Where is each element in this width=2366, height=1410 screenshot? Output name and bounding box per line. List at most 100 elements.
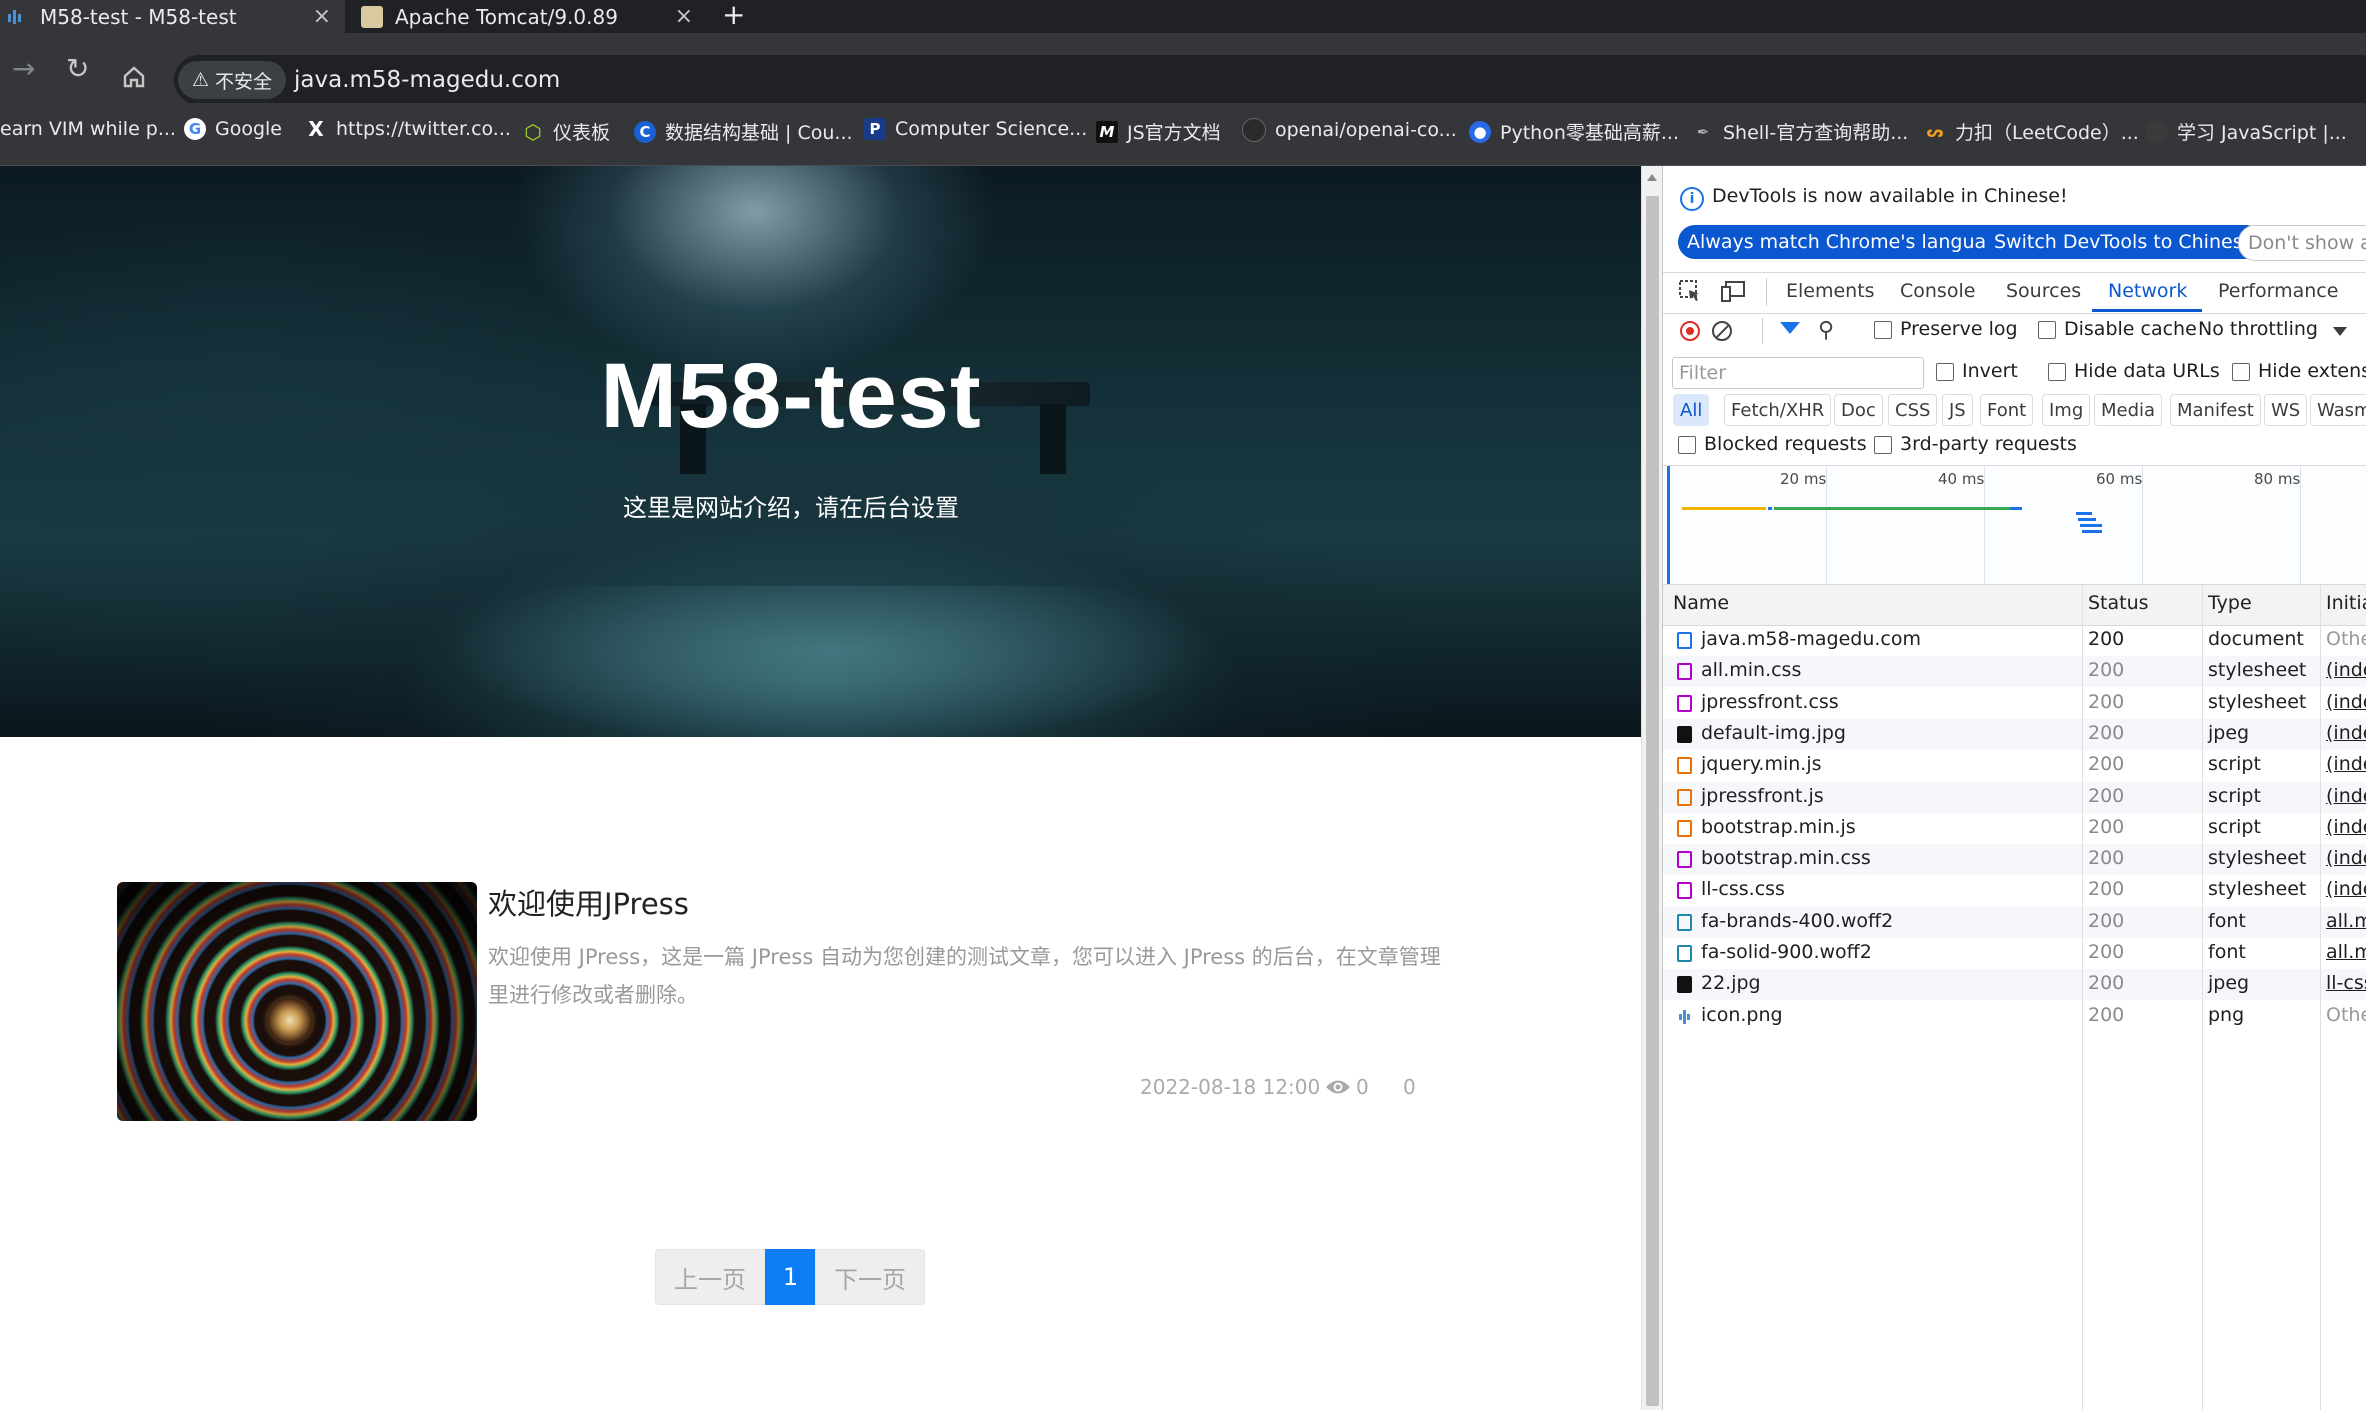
type-filter-ws[interactable]: WS <box>2264 394 2308 426</box>
bookmark-item[interactable]: openai/openai-co... <box>1242 118 1457 142</box>
disable-cache-checkbox[interactable]: Disable cache <box>2038 318 2197 340</box>
tab-console[interactable]: Console <box>1900 280 1975 302</box>
post-thumbnail[interactable] <box>117 882 477 1121</box>
checkbox-box[interactable] <box>1936 362 1954 381</box>
bookmark-item[interactable]: ⬡ 仪表板 <box>522 118 610 145</box>
column-initiator[interactable]: Initia <box>2326 592 2366 614</box>
type-filter-js[interactable]: JS <box>1942 394 1973 426</box>
post-excerpt: 欢迎使用 JPress，这是一篇 JPress 自动为您创建的测试文章，您可以进… <box>488 945 1441 1007</box>
new-tab-button[interactable]: + <box>722 0 745 31</box>
bookmark-item[interactable]: C 数据结构基础 | Cou... <box>634 118 853 145</box>
checkbox-box[interactable] <box>2048 362 2066 381</box>
checkbox-box[interactable] <box>1874 435 1892 454</box>
timeline-range-handle[interactable] <box>1667 466 1670 584</box>
request-initiator[interactable]: (inde <box>2326 878 2366 900</box>
checkbox-box[interactable] <box>1874 320 1892 339</box>
request-initiator[interactable]: (inde <box>2326 691 2366 713</box>
checkbox-box[interactable] <box>1678 435 1696 454</box>
bookmark-item[interactable]: ✒ Shell-官方查询帮助... <box>1692 118 1909 145</box>
column-name[interactable]: Name <box>1673 592 1729 614</box>
switch-devtools-chinese-button[interactable]: Switch DevTools to Chinese <box>1985 225 2264 259</box>
invert-checkbox[interactable]: Invert <box>1936 360 2018 382</box>
bookmark-item[interactable]: M JS官方文档 <box>1096 118 1221 145</box>
bookmark-item[interactable]: P Computer Science... <box>864 118 1087 140</box>
dont-show-again-button[interactable]: Don't show ag <box>2238 225 2366 261</box>
tab-sources[interactable]: Sources <box>2006 280 2081 302</box>
clear-icon[interactable] <box>1712 321 1732 341</box>
type-filter-css[interactable]: CSS <box>1888 394 1938 426</box>
tab-elements[interactable]: Elements <box>1786 280 1875 302</box>
network-request-row[interactable] <box>1663 969 2366 1001</box>
pagination-next-button[interactable]: 下一页 <box>815 1249 925 1305</box>
scrollbar-thumb[interactable] <box>1646 196 1659 1406</box>
throttling-select[interactable]: No throttling <box>2198 318 2318 340</box>
tab-network[interactable]: Network <box>2108 280 2187 302</box>
column-type[interactable]: Type <box>2208 592 2252 614</box>
dropdown-arrow-icon[interactable] <box>2333 327 2347 336</box>
reload-icon[interactable]: ↻ <box>66 52 89 85</box>
preserve-log-checkbox[interactable]: Preserve log <box>1874 318 2018 340</box>
filter-icon[interactable] <box>1780 322 1800 334</box>
bookmark-item[interactable]: G Google <box>184 118 282 140</box>
column-status[interactable]: Status <box>2088 592 2149 614</box>
request-initiator[interactable]: (inde <box>2326 847 2366 869</box>
filter-input[interactable]: Filter <box>1672 357 1924 389</box>
bookmark-item[interactable]: ᔕ 力扣（LeetCode）... <box>1924 118 2138 145</box>
record-icon[interactable] <box>1680 321 1700 341</box>
type-filter-img[interactable]: Img <box>2042 394 2091 426</box>
tab-m58-test[interactable]: M58-test - M58-test × <box>0 0 345 33</box>
checkbox-box[interactable] <box>2232 362 2250 381</box>
url-text[interactable]: java.m58-magedu.com <box>294 62 560 98</box>
scroll-up-icon[interactable] <box>1647 174 1657 181</box>
blocked-requests-checkbox[interactable]: Blocked requests <box>1678 433 1867 455</box>
device-toolbar-icon[interactable] <box>1720 279 1746 307</box>
type-filter-media[interactable]: Media <box>2094 394 2163 426</box>
type-filter-font[interactable]: Font <box>1980 394 2034 426</box>
pagination-page-1[interactable]: 1 <box>765 1249 816 1305</box>
type-filter-all[interactable]: All <box>1673 394 1710 426</box>
third-party-requests-checkbox[interactable]: 3rd-party requests <box>1874 433 2077 455</box>
search-icon[interactable]: ⚲ <box>1818 318 1834 343</box>
request-initiator[interactable]: ll-css <box>2326 972 2366 994</box>
tab-performance[interactable]: Performance <box>2218 280 2338 302</box>
post-title[interactable]: 欢迎使用JPress <box>488 882 689 926</box>
request-initiator[interactable]: (inde <box>2326 722 2366 744</box>
tab-title: M58-test - M58-test <box>40 4 237 29</box>
request-name: ll-css.css <box>1701 878 1785 901</box>
file-type-glyph <box>1677 663 1692 681</box>
request-initiator[interactable]: (inde <box>2326 785 2366 807</box>
always-match-language-button[interactable]: Always match Chrome's language <box>1678 225 2019 259</box>
bookmark-item[interactable]: Xhttps://twitter.co... <box>305 118 511 140</box>
tab-apache-tomcat[interactable]: Apache Tomcat/9.0.89 × <box>347 0 707 33</box>
request-initiator[interactable]: (inde <box>2326 659 2366 681</box>
home-icon[interactable] <box>121 64 147 94</box>
request-type: jpeg <box>2208 972 2250 995</box>
tab-close-icon[interactable]: × <box>313 4 331 29</box>
security-chip[interactable]: ⚠ 不安全 <box>178 61 287 99</box>
inspect-element-icon[interactable] <box>1678 279 1702 307</box>
bookmark-item[interactable]: 学习 JavaScript |... <box>2146 118 2347 145</box>
tab-close-icon[interactable]: × <box>675 4 693 29</box>
type-filter-wasm[interactable]: Wasm <box>2310 394 2366 426</box>
type-filter-fetch-xhr[interactable]: Fetch/XHR <box>1724 394 1832 426</box>
file-type-glyph <box>1677 913 1692 931</box>
request-initiator[interactable]: (inde <box>2326 816 2366 838</box>
x-icon: X <box>308 117 324 141</box>
request-initiator[interactable]: (inde <box>2326 753 2366 775</box>
forward-icon[interactable]: → <box>12 52 35 85</box>
request-initiator[interactable]: all.m <box>2326 910 2366 932</box>
request-name: jquery.min.js <box>1701 753 1822 776</box>
bookmark-item[interactable]: ● Python零基础高薪... <box>1469 118 1679 145</box>
pagination-prev-button[interactable]: 上一页 <box>655 1249 765 1305</box>
type-filter-manifest[interactable]: Manifest <box>2170 394 2261 426</box>
hide-data-urls-checkbox[interactable]: Hide data URLs <box>2048 360 2220 382</box>
type-filter-doc[interactable]: Doc <box>1834 394 1883 426</box>
shell-icon: ✒ <box>1696 122 1710 141</box>
hide-extensions-checkbox[interactable]: Hide extensi <box>2232 360 2366 382</box>
timeline-waterfall-mark <box>2076 512 2092 515</box>
request-initiator[interactable]: all.m <box>2326 941 2366 963</box>
checkbox-box[interactable] <box>2038 320 2056 339</box>
page-scrollbar[interactable] <box>1641 166 1663 1410</box>
bookmark-item[interactable]: earn VIM while p... <box>0 118 176 140</box>
bookmark-label: Shell-官方查询帮助... <box>1723 122 1909 144</box>
